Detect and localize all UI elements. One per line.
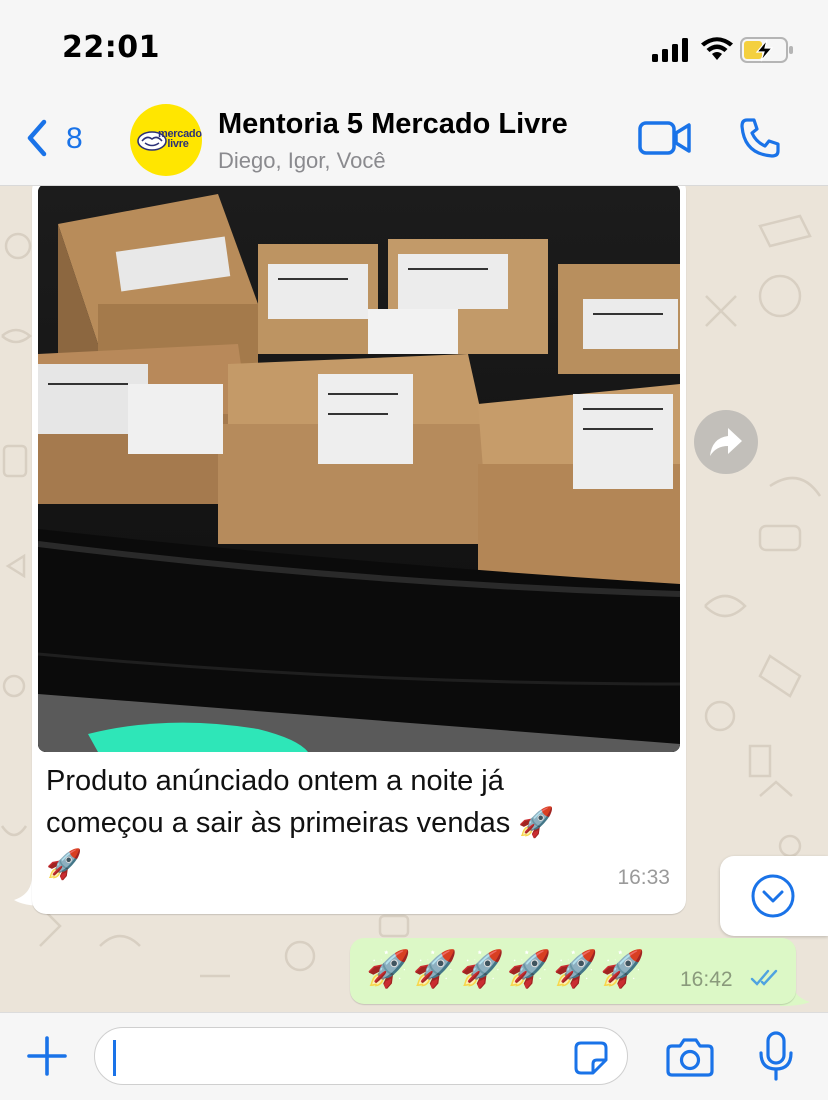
status-bar: 22:01	[0, 0, 828, 96]
group-avatar[interactable]: mercado livre	[130, 104, 202, 176]
chat-title[interactable]: Mentoria 5 Mercado Livre	[218, 108, 568, 141]
composer-bar	[0, 1012, 828, 1100]
video-call-icon[interactable]	[638, 120, 692, 156]
message-time: 16:33	[617, 866, 670, 889]
message-photo[interactable]	[38, 186, 680, 752]
text-caret	[113, 1040, 116, 1076]
message-caption: Produto anúnciado ontem a noite já começ…	[46, 760, 656, 886]
back-chevron-icon[interactable]	[22, 118, 52, 158]
message-text: 🚀🚀🚀🚀🚀🚀	[366, 949, 647, 990]
read-receipt-double-check-icon	[750, 969, 778, 986]
battery-charging-icon	[740, 37, 793, 63]
microphone-icon[interactable]	[756, 1031, 796, 1083]
incoming-message-bubble[interactable]: Produto anúnciado ontem a noite já começ…	[32, 186, 686, 914]
chevron-down-circle-icon	[751, 874, 795, 918]
unread-count[interactable]: 8	[66, 122, 83, 156]
clock: 22:01	[62, 30, 160, 65]
avatar-brand-text: mercado livre	[158, 128, 202, 150]
phone-icon[interactable]	[738, 116, 782, 160]
cellular-signal-icon	[652, 38, 688, 62]
message-time: 16:42	[680, 968, 733, 991]
caption-line: 🚀	[46, 849, 83, 881]
sticker-icon[interactable]	[573, 1040, 609, 1076]
chat-header: 8 mercado livre Mentoria 5 Mercado Livre…	[0, 96, 828, 186]
caption-line: começou a sair às primeiras vendas 🚀	[46, 807, 555, 839]
chat-members[interactable]: Diego, Igor, Você	[218, 148, 386, 174]
outgoing-message-bubble[interactable]: 🚀🚀🚀🚀🚀🚀 16:42	[350, 938, 796, 1004]
camera-icon[interactable]	[666, 1037, 714, 1077]
caption-line: Produto anúnciado ontem a noite já	[46, 765, 504, 797]
message-input[interactable]	[94, 1027, 628, 1085]
forward-button[interactable]	[694, 410, 758, 474]
chat-area[interactable]: Produto anúnciado ontem a noite já começ…	[0, 186, 828, 1012]
boxes-in-car-trunk-photo	[38, 186, 680, 752]
forward-arrow-icon	[710, 428, 742, 456]
wifi-icon	[701, 37, 733, 60]
plus-icon[interactable]	[26, 1035, 68, 1077]
scroll-to-bottom-button[interactable]	[720, 856, 828, 936]
